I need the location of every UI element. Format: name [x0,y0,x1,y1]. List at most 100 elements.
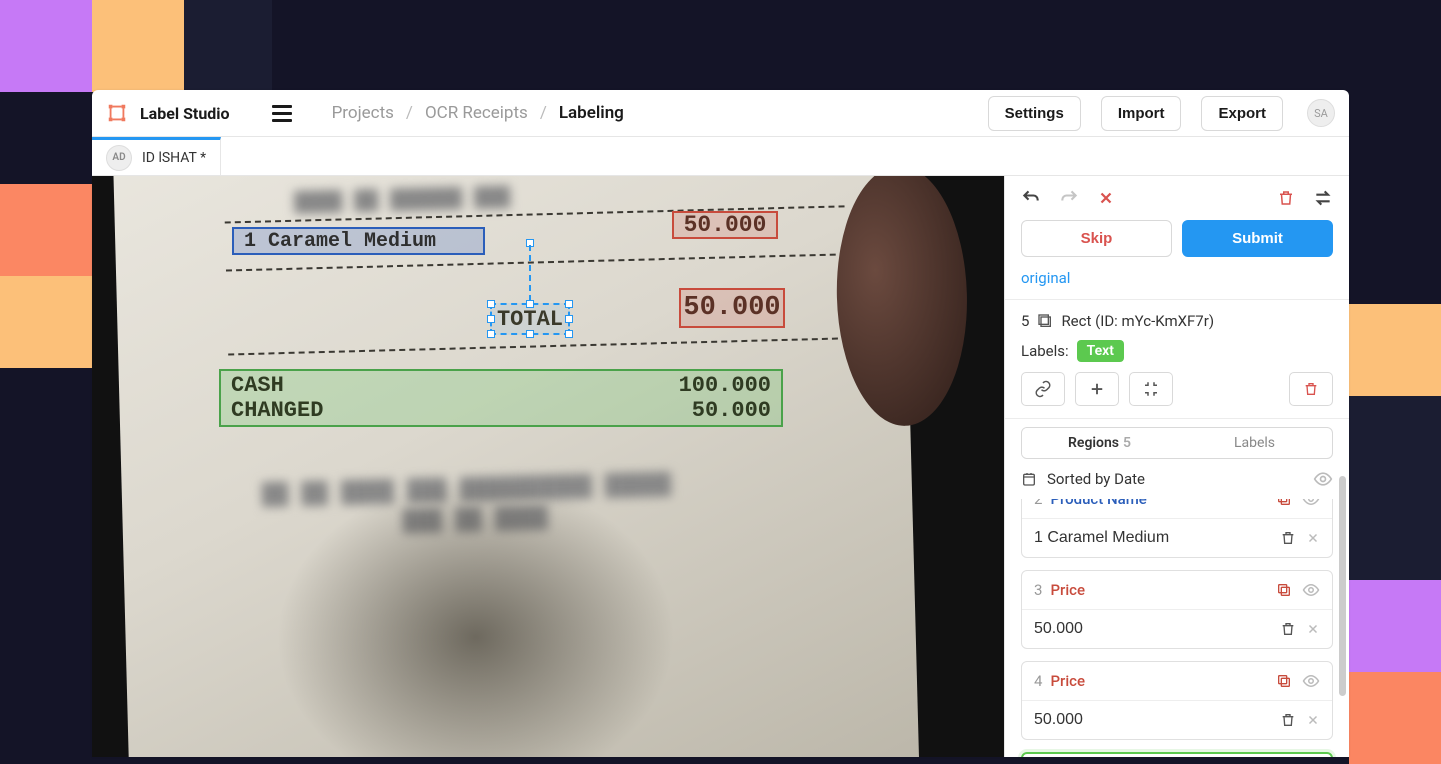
region-value-input[interactable] [1034,620,1270,638]
header-bar: Label Studio Projects / OCR Receipts / L… [92,90,1349,137]
export-button[interactable]: Export [1201,96,1283,131]
tab-bar: AD ID lSHAT * [92,137,1349,176]
region-head[interactable]: 2 Product Name [1022,499,1332,518]
regions-list: 2 Product Name 3 Price 4 Price 5Text [1005,499,1349,757]
region-card[interactable]: 2 Product Name [1021,499,1333,558]
close-icon[interactable] [1306,713,1320,727]
tab-labels[interactable]: Labels [1177,428,1332,458]
original-link[interactable]: original [1021,269,1070,287]
sort-label: Sorted by Date [1047,470,1145,488]
trash-icon[interactable] [1280,712,1296,728]
rect-icon [1037,313,1053,329]
panel-tabs: Regions5 Labels [1021,427,1333,459]
region-value-row [1022,518,1332,557]
bbox-total-text: TOTAL [497,307,563,332]
selected-region-info: 5 Rect (ID: mYc-KmXF7r) Labels: Text [1005,300,1349,419]
app-window: Label Studio Projects / OCR Receipts / L… [92,90,1349,757]
eye-icon[interactable] [1302,672,1320,690]
region-title: Rect (ID: mYc-KmXF7r) [1061,312,1214,330]
close-icon[interactable] [1306,531,1320,545]
avatar[interactable]: SA [1307,99,1335,127]
region-head[interactable]: 4 Price [1022,662,1332,700]
close-icon[interactable] [1306,622,1320,636]
eye-icon[interactable] [1302,581,1320,599]
content-area: ████ ██ ██████ ███ ██ ██ ████ ███ ██████… [92,176,1349,757]
bg-tile [1349,396,1441,488]
breadcrumb-project[interactable]: OCR Receipts [425,103,528,123]
breadcrumb-separator: / [540,103,547,123]
copy-icon[interactable] [1276,673,1292,689]
bg-tile [1349,580,1441,672]
copy-icon[interactable] [1276,499,1292,507]
receipt-image: ████ ██ ██████ ███ ██ ██ ████ ███ ██████… [112,176,923,757]
region-value-row [1022,700,1332,739]
region-value-input[interactable] [1034,529,1270,547]
trash-icon[interactable] [1280,530,1296,546]
label-chip-text[interactable]: Text [1077,340,1124,362]
region-card[interactable]: 5Text [1021,752,1333,757]
sort-row[interactable]: Sorted by Date [1005,459,1349,499]
link-tool-button[interactable] [1021,372,1065,406]
skip-button[interactable]: Skip [1021,220,1172,257]
tab-regions[interactable]: Regions5 [1022,428,1177,458]
undo-button[interactable] [1021,188,1041,208]
import-button[interactable]: Import [1101,96,1182,131]
tab-title: ID lSHAT * [142,150,206,166]
scrollbar[interactable] [1339,476,1346,696]
bg-tile [0,0,92,92]
breadcrumb: Projects / OCR Receipts / Labeling [332,103,624,123]
bg-tile [184,0,272,92]
bg-tile [0,184,92,276]
sort-icon [1021,471,1037,487]
reset-button[interactable] [1097,189,1115,207]
submit-button[interactable]: Submit [1182,220,1333,257]
swap-button[interactable] [1313,188,1333,208]
annotation-canvas[interactable]: ████ ██ ██████ ███ ██ ██ ████ ███ ██████… [92,176,1004,757]
region-card[interactable]: 4 Price [1021,661,1333,740]
region-head[interactable]: 3 Price [1022,571,1332,609]
breadcrumb-projects[interactable]: Projects [332,103,394,123]
changed-label: CHANGED [231,398,323,423]
bbox-price-2[interactable]: 50.000 [679,288,785,328]
region-card[interactable]: 3 Price [1021,570,1333,649]
bbox-product-name[interactable]: 1 Caramel Medium [232,227,485,255]
region-index: 5 [1021,312,1029,330]
trash-icon[interactable] [1280,621,1296,637]
bg-tile [0,276,92,368]
region-number: 4 [1034,672,1042,690]
bbox-price-1[interactable]: 50.000 [672,211,778,239]
region-value-row [1022,609,1332,648]
bg-tile [1349,488,1441,580]
delete-region-button[interactable] [1289,372,1333,406]
bg-tile [1349,672,1441,764]
changed-value: 50.000 [692,398,771,423]
side-panel: Skip Submit original 5 Rect (ID: mYc-KmX… [1004,176,1349,757]
app-name: Label Studio [140,104,230,123]
region-value-input[interactable] [1034,711,1270,729]
region-number: 3 [1034,581,1042,599]
region-number: 2 [1034,499,1042,508]
collapse-tool-button[interactable] [1129,372,1173,406]
delete-annotation-button[interactable] [1277,189,1295,207]
copy-icon[interactable] [1276,582,1292,598]
task-tab[interactable]: AD ID lSHAT * [92,137,221,175]
region-label-name: Price [1050,672,1085,690]
settings-button[interactable]: Settings [988,96,1081,131]
redo-button[interactable] [1059,188,1079,208]
tab-badge: AD [106,145,132,171]
region-label-name: Price [1050,581,1085,599]
cash-value: 100.000 [679,373,771,398]
breadcrumb-current: Labeling [559,103,624,123]
bbox-total-selected[interactable]: TOTAL [490,303,570,335]
add-tool-button[interactable] [1075,372,1119,406]
bg-tile [92,0,184,92]
eye-icon[interactable] [1302,499,1320,508]
cash-label: CASH [231,373,284,398]
hamburger-menu-button[interactable] [272,105,292,122]
bg-tile [1349,304,1441,396]
breadcrumb-separator: / [406,103,413,123]
bbox-cash-block[interactable]: CASH 100.000 CHANGED 50.000 [219,369,783,427]
logo-icon [106,102,128,124]
visibility-icon[interactable] [1313,469,1333,489]
region-label-name: Product Name [1050,499,1146,508]
